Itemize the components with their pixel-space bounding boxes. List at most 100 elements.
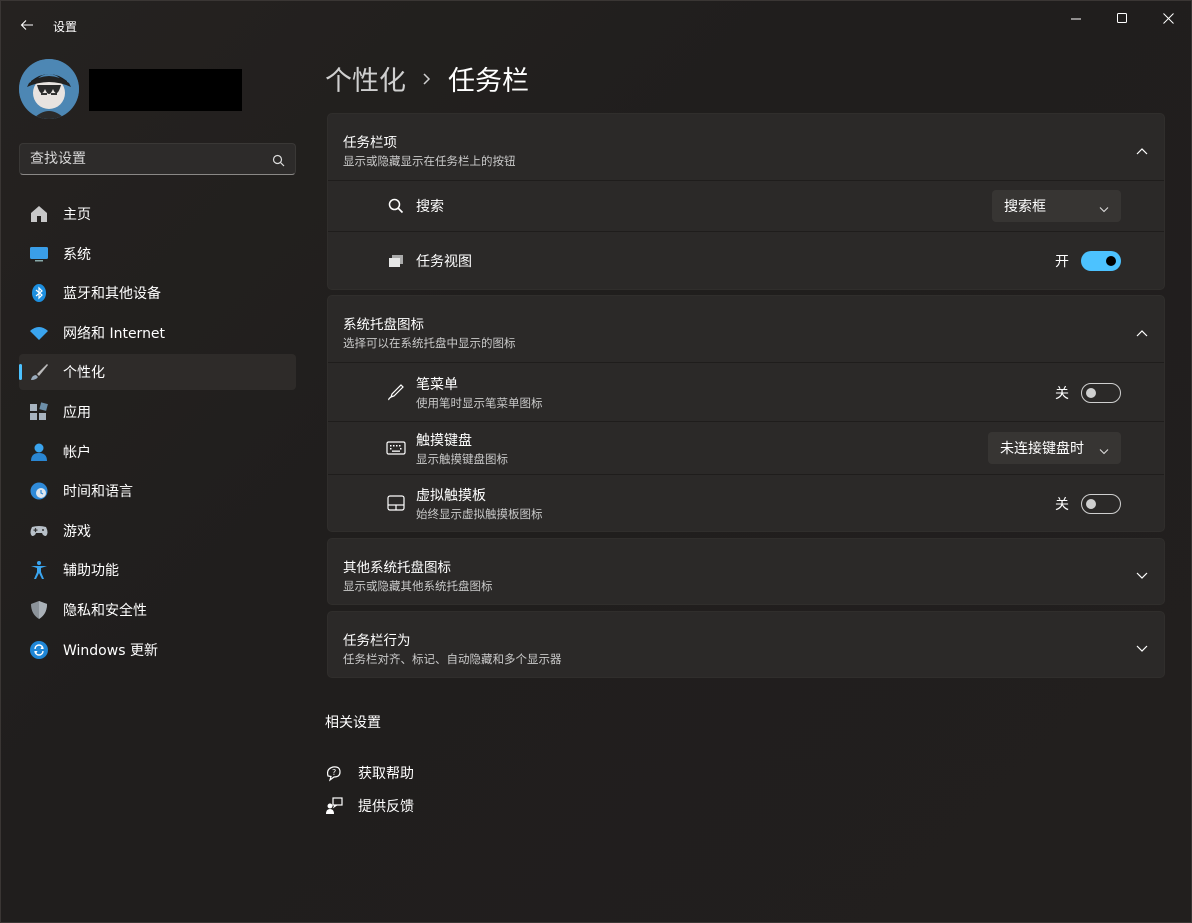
search-label: 搜索 [416, 199, 444, 215]
clock-icon [29, 481, 49, 501]
tray-icons-header[interactable]: 系统托盘图标 选择可以在系统托盘中显示的图标 [328, 296, 1164, 362]
sidebar-item-label: 隐私和安全性 [63, 602, 147, 619]
chevron-up-icon[interactable] [1136, 322, 1148, 341]
sidebar-item-privacy[interactable]: 隐私和安全性 [19, 592, 296, 628]
section-title: 任务栏行为 [343, 633, 411, 649]
breadcrumb: 个性化 任务栏 [325, 59, 529, 98]
give-feedback-link[interactable]: 提供反馈 [325, 796, 414, 816]
section-title: 任务栏项 [343, 135, 397, 151]
bluetooth-icon [29, 283, 49, 303]
virtual-touchpad-toggle-group: 关 [1055, 494, 1121, 514]
avatar [19, 59, 79, 119]
arrow-left-icon [20, 20, 33, 30]
taskbar-items-header[interactable]: 任务栏项 显示或隐藏显示在任务栏上的按钮 [328, 114, 1164, 180]
sidebar-item-accounts[interactable]: 帐户 [19, 434, 296, 470]
chevron-down-icon[interactable] [1136, 638, 1148, 657]
sidebar-item-gaming[interactable]: 游戏 [19, 513, 296, 549]
sidebar-item-personalization[interactable]: 个性化 [19, 354, 296, 391]
section-subtitle: 显示或隐藏显示在任务栏上的按钮 [343, 154, 516, 168]
chevron-down-icon [1099, 443, 1109, 459]
virtual-touchpad-description: 始终显示虚拟触摸板图标 [416, 506, 543, 521]
sidebar-item-network[interactable]: 网络和 Internet [19, 315, 296, 351]
close-icon [1162, 12, 1174, 24]
sidebar-item-accessibility[interactable]: 辅助功能 [19, 552, 296, 588]
breadcrumb-parent[interactable]: 个性化 [325, 59, 406, 98]
touch-keyboard-label: 触摸键盘 [416, 432, 472, 449]
touch-keyboard-row: 触摸键盘 显示触摸键盘图标 未连接键盘时 [328, 421, 1164, 474]
task-view-row: 任务视图 开 [328, 231, 1164, 289]
taskbar-items-card: 任务栏项 显示或隐藏显示在任务栏上的按钮 搜索 搜索框 任务视图 开 [327, 113, 1165, 290]
keyboard-icon [386, 438, 406, 458]
search-icon [386, 196, 406, 216]
section-subtitle: 选择可以在系统托盘中显示的图标 [343, 336, 516, 350]
related-settings-title: 相关设置 [325, 715, 381, 731]
maximize-icon [1116, 12, 1127, 23]
pen-menu-toggle[interactable] [1081, 383, 1121, 403]
update-icon [29, 640, 49, 660]
toggle-state-label: 关 [1055, 386, 1069, 402]
sidebar-item-system[interactable]: 系统 [19, 236, 296, 272]
task-view-toggle-group: 开 [1055, 251, 1121, 271]
help-icon: ? [325, 764, 343, 782]
section-subtitle: 任务栏对齐、标记、自动隐藏和多个显示器 [343, 652, 562, 666]
user-profile[interactable] [19, 59, 242, 119]
sidebar-item-label: 时间和语言 [63, 484, 133, 501]
pen-icon [386, 382, 406, 402]
chevron-up-icon[interactable] [1136, 140, 1148, 159]
search-input[interactable] [20, 144, 260, 174]
sidebar-item-label: Windows 更新 [63, 642, 158, 659]
sidebar-item-time-language[interactable]: 时间和语言 [19, 473, 296, 509]
back-button[interactable] [15, 13, 39, 37]
svg-text:?: ? [332, 768, 336, 777]
close-button[interactable] [1145, 5, 1191, 31]
sidebar-item-label: 辅助功能 [63, 563, 119, 580]
sidebar-item-apps[interactable]: 应用 [19, 394, 296, 430]
toggle-state-label: 开 [1055, 254, 1069, 270]
brush-icon [29, 362, 49, 382]
wifi-icon [29, 323, 49, 343]
get-help-link[interactable]: ? 获取帮助 [325, 763, 414, 783]
apps-icon [29, 402, 49, 422]
gamepad-icon [29, 521, 49, 541]
sidebar-item-label: 主页 [63, 207, 91, 223]
search-box[interactable] [19, 143, 296, 175]
touch-keyboard-dropdown[interactable]: 未连接键盘时 [988, 432, 1121, 464]
home-icon [29, 204, 49, 224]
chevron-down-icon[interactable] [1136, 565, 1148, 584]
dropdown-value: 未连接键盘时 [1000, 441, 1084, 457]
link-label: 提供反馈 [358, 799, 414, 815]
search-mode-dropdown[interactable]: 搜索框 [992, 190, 1121, 222]
page-title: 任务栏 [448, 66, 529, 97]
search-icon[interactable] [272, 152, 285, 171]
sidebar-item-label: 蓝牙和其他设备 [63, 286, 161, 303]
taskbar-behaviors-card[interactable]: 任务栏行为 任务栏对齐、标记、自动隐藏和多个显示器 [327, 611, 1165, 678]
sidebar-nav: 主页 系统 蓝牙和其他设备 网络和 Internet 个性化 应用 帐户 时间和… [19, 196, 296, 671]
minimize-button[interactable] [1053, 5, 1099, 31]
link-label: 获取帮助 [358, 766, 414, 782]
virtual-touchpad-toggle[interactable] [1081, 494, 1121, 514]
pen-menu-toggle-group: 关 [1055, 383, 1121, 403]
taskbar-behaviors-header[interactable]: 任务栏行为 任务栏对齐、标记、自动隐藏和多个显示器 [328, 612, 1164, 678]
other-tray-icons-card[interactable]: 其他系统托盘图标 显示或隐藏其他系统托盘图标 [327, 538, 1165, 605]
pen-menu-row: 笔菜单 使用笔时显示笔菜单图标 关 [328, 362, 1164, 421]
tray-icons-card: 系统托盘图标 选择可以在系统托盘中显示的图标 笔菜单 使用笔时显示笔菜单图标 关 [327, 295, 1165, 532]
title-bar: 设置 [1, 1, 1191, 49]
maximize-button[interactable] [1099, 5, 1145, 31]
sidebar-item-bluetooth[interactable]: 蓝牙和其他设备 [19, 275, 296, 311]
other-tray-icons-header[interactable]: 其他系统托盘图标 显示或隐藏其他系统托盘图标 [328, 539, 1164, 605]
system-icon [29, 244, 49, 264]
pen-menu-description: 使用笔时显示笔菜单图标 [416, 395, 543, 410]
sidebar-item-label: 应用 [63, 404, 91, 421]
sidebar-item-label: 网络和 Internet [63, 325, 166, 342]
sidebar-item-label: 个性化 [63, 365, 105, 382]
shield-icon [29, 600, 49, 620]
chevron-down-icon [1099, 201, 1109, 217]
toggle-state-label: 关 [1055, 497, 1069, 513]
sidebar-item-home[interactable]: 主页 [19, 196, 296, 232]
touchpad-icon [386, 493, 406, 513]
sidebar-item-label: 帐户 [63, 444, 91, 461]
accessibility-icon [29, 560, 49, 580]
task-view-toggle[interactable] [1081, 251, 1121, 271]
sidebar-item-windows-update[interactable]: Windows 更新 [19, 632, 296, 668]
task-view-icon [386, 251, 406, 271]
